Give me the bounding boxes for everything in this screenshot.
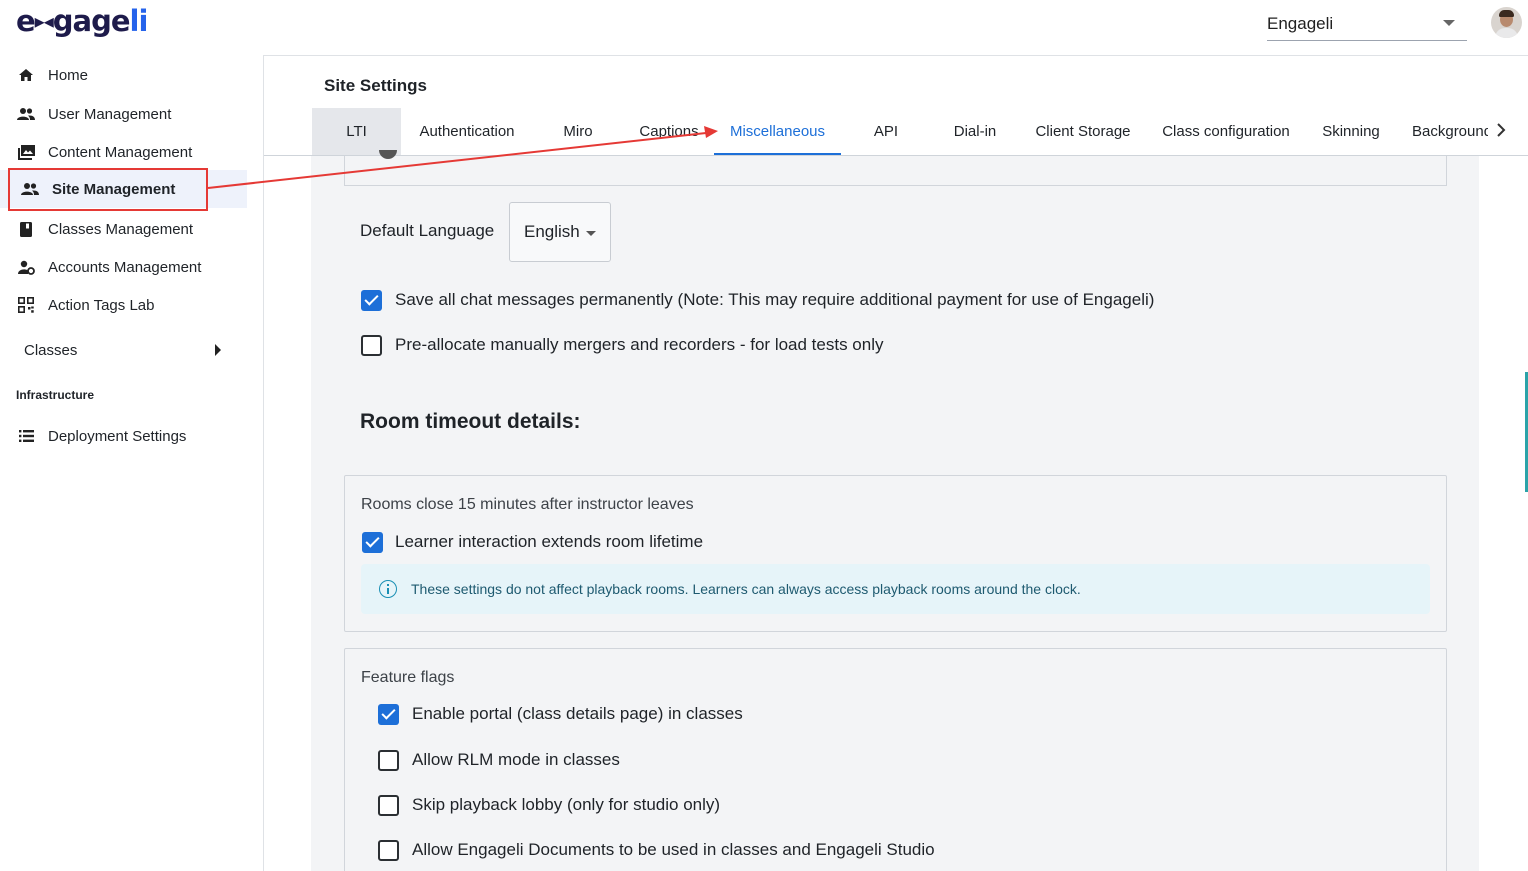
list-icon [17, 427, 35, 445]
users-icon [17, 105, 35, 123]
save-chat-label: Save all chat messages permanently (Note… [395, 290, 1155, 309]
room-timeout-panel: Rooms close 15 minutes after instructor … [344, 475, 1447, 632]
page-title: Site Settings [324, 76, 427, 95]
tab-miscellaneous[interactable]: Miscellaneous [714, 108, 841, 155]
active-tab-indicator [714, 153, 841, 155]
sidebar-classes-label: Classes [24, 341, 78, 359]
sidebar-item-user-management[interactable]: User Management [0, 95, 247, 133]
enable-portal-label: Enable portal (class details page) in cl… [412, 704, 743, 723]
default-language-label: Default Language [360, 221, 495, 240]
book-icon [17, 220, 35, 238]
photo-library-icon [17, 143, 35, 161]
caret-right-icon [215, 344, 221, 356]
tab-api[interactable]: API [856, 108, 916, 155]
sidebar-item-label: Content Management [48, 143, 193, 161]
sidebar-item-label: Home [48, 66, 89, 84]
allow-rlm-label: Allow RLM mode in classes [412, 750, 620, 769]
organization-select[interactable]: Engageli [1267, 8, 1467, 41]
pre-allocate-label: Pre-allocate manually mergers and record… [395, 335, 884, 354]
annotation-highlight-box [8, 168, 208, 211]
skip-playback-lobby-checkbox[interactable] [378, 795, 399, 816]
tab-miro[interactable]: Miro [548, 108, 608, 155]
feature-flags-title: Feature flags [361, 669, 455, 686]
tab-lti[interactable]: LTI [312, 108, 401, 155]
engageli-logo[interactable]: e▸◂gageli [16, 4, 148, 38]
info-icon [379, 580, 397, 598]
skip-playback-lobby-label: Skip playback lobby (only for studio onl… [412, 795, 721, 814]
header-divider [264, 55, 1528, 56]
home-icon [17, 66, 35, 84]
playback-info-alert: These settings do not affect playback ro… [361, 564, 1430, 614]
qr-code-icon [17, 296, 35, 314]
enable-portal-checkbox[interactable] [378, 704, 399, 725]
room-timeout-heading: Room timeout details: [360, 410, 581, 433]
playback-info-text: These settings do not affect playback ro… [411, 581, 1081, 597]
tab-captions[interactable]: Captions [634, 108, 704, 155]
chevron-down-icon [1443, 20, 1455, 26]
sidebar-item-label: Classes Management [48, 220, 194, 238]
learner-interaction-checkbox[interactable] [362, 532, 383, 553]
sidebar-item-deployment-settings[interactable]: Deployment Settings [0, 417, 247, 455]
organization-select-value: Engageli [1267, 14, 1334, 33]
tab-authentication[interactable]: Authentication [412, 108, 522, 155]
sidebar-item-classes-management[interactable]: Classes Management [0, 210, 247, 248]
sidebar-divider [263, 55, 264, 871]
save-chat-checkbox[interactable] [361, 290, 382, 311]
sidebar-classes-expander[interactable]: Classes [24, 338, 224, 362]
sidebar-item-label: User Management [48, 105, 172, 123]
tab-dial-in[interactable]: Dial-in [940, 108, 1010, 155]
default-language-select[interactable]: English [509, 202, 611, 262]
default-language-value: English [524, 222, 580, 241]
avatar[interactable] [1491, 7, 1522, 38]
tab-class-configuration[interactable]: Class configuration [1154, 108, 1298, 155]
sidebar-item-home[interactable]: Home [0, 56, 247, 94]
sidebar-item-content-management[interactable]: Content Management [0, 133, 247, 171]
allow-rlm-checkbox[interactable] [378, 750, 399, 771]
allow-documents-checkbox[interactable] [378, 840, 399, 861]
pre-allocate-checkbox[interactable] [361, 335, 382, 356]
account-settings-icon [17, 258, 35, 276]
sidebar-item-label: Accounts Management [48, 258, 202, 276]
sidebar-section-infrastructure: Infrastructure [16, 388, 95, 402]
learner-interaction-label: Learner interaction extends room lifetim… [395, 532, 704, 551]
settings-panel-top [344, 150, 1447, 186]
settings-tabs: LTI Authentication Miro Captions Miscell… [264, 108, 1528, 156]
tab-skinning[interactable]: Skinning [1314, 108, 1388, 155]
sidebar-item-label: Deployment Settings [48, 427, 187, 445]
tab-client-storage[interactable]: Client Storage [1030, 108, 1136, 155]
sidebar-item-label: Action Tags Lab [48, 296, 155, 314]
chevron-right-icon[interactable] [1496, 122, 1506, 143]
tab-background[interactable]: Background [1412, 108, 1488, 155]
feature-flags-panel: Feature flags Enable portal (class detai… [344, 648, 1447, 871]
sidebar-item-action-tags-lab[interactable]: Action Tags Lab [0, 286, 247, 324]
chevron-down-icon [586, 231, 596, 236]
allow-documents-label: Allow Engageli Documents to be used in c… [412, 840, 935, 859]
sidebar-item-accounts-management[interactable]: Accounts Management [0, 248, 247, 286]
room-timeout-title: Rooms close 15 minutes after instructor … [361, 496, 694, 513]
